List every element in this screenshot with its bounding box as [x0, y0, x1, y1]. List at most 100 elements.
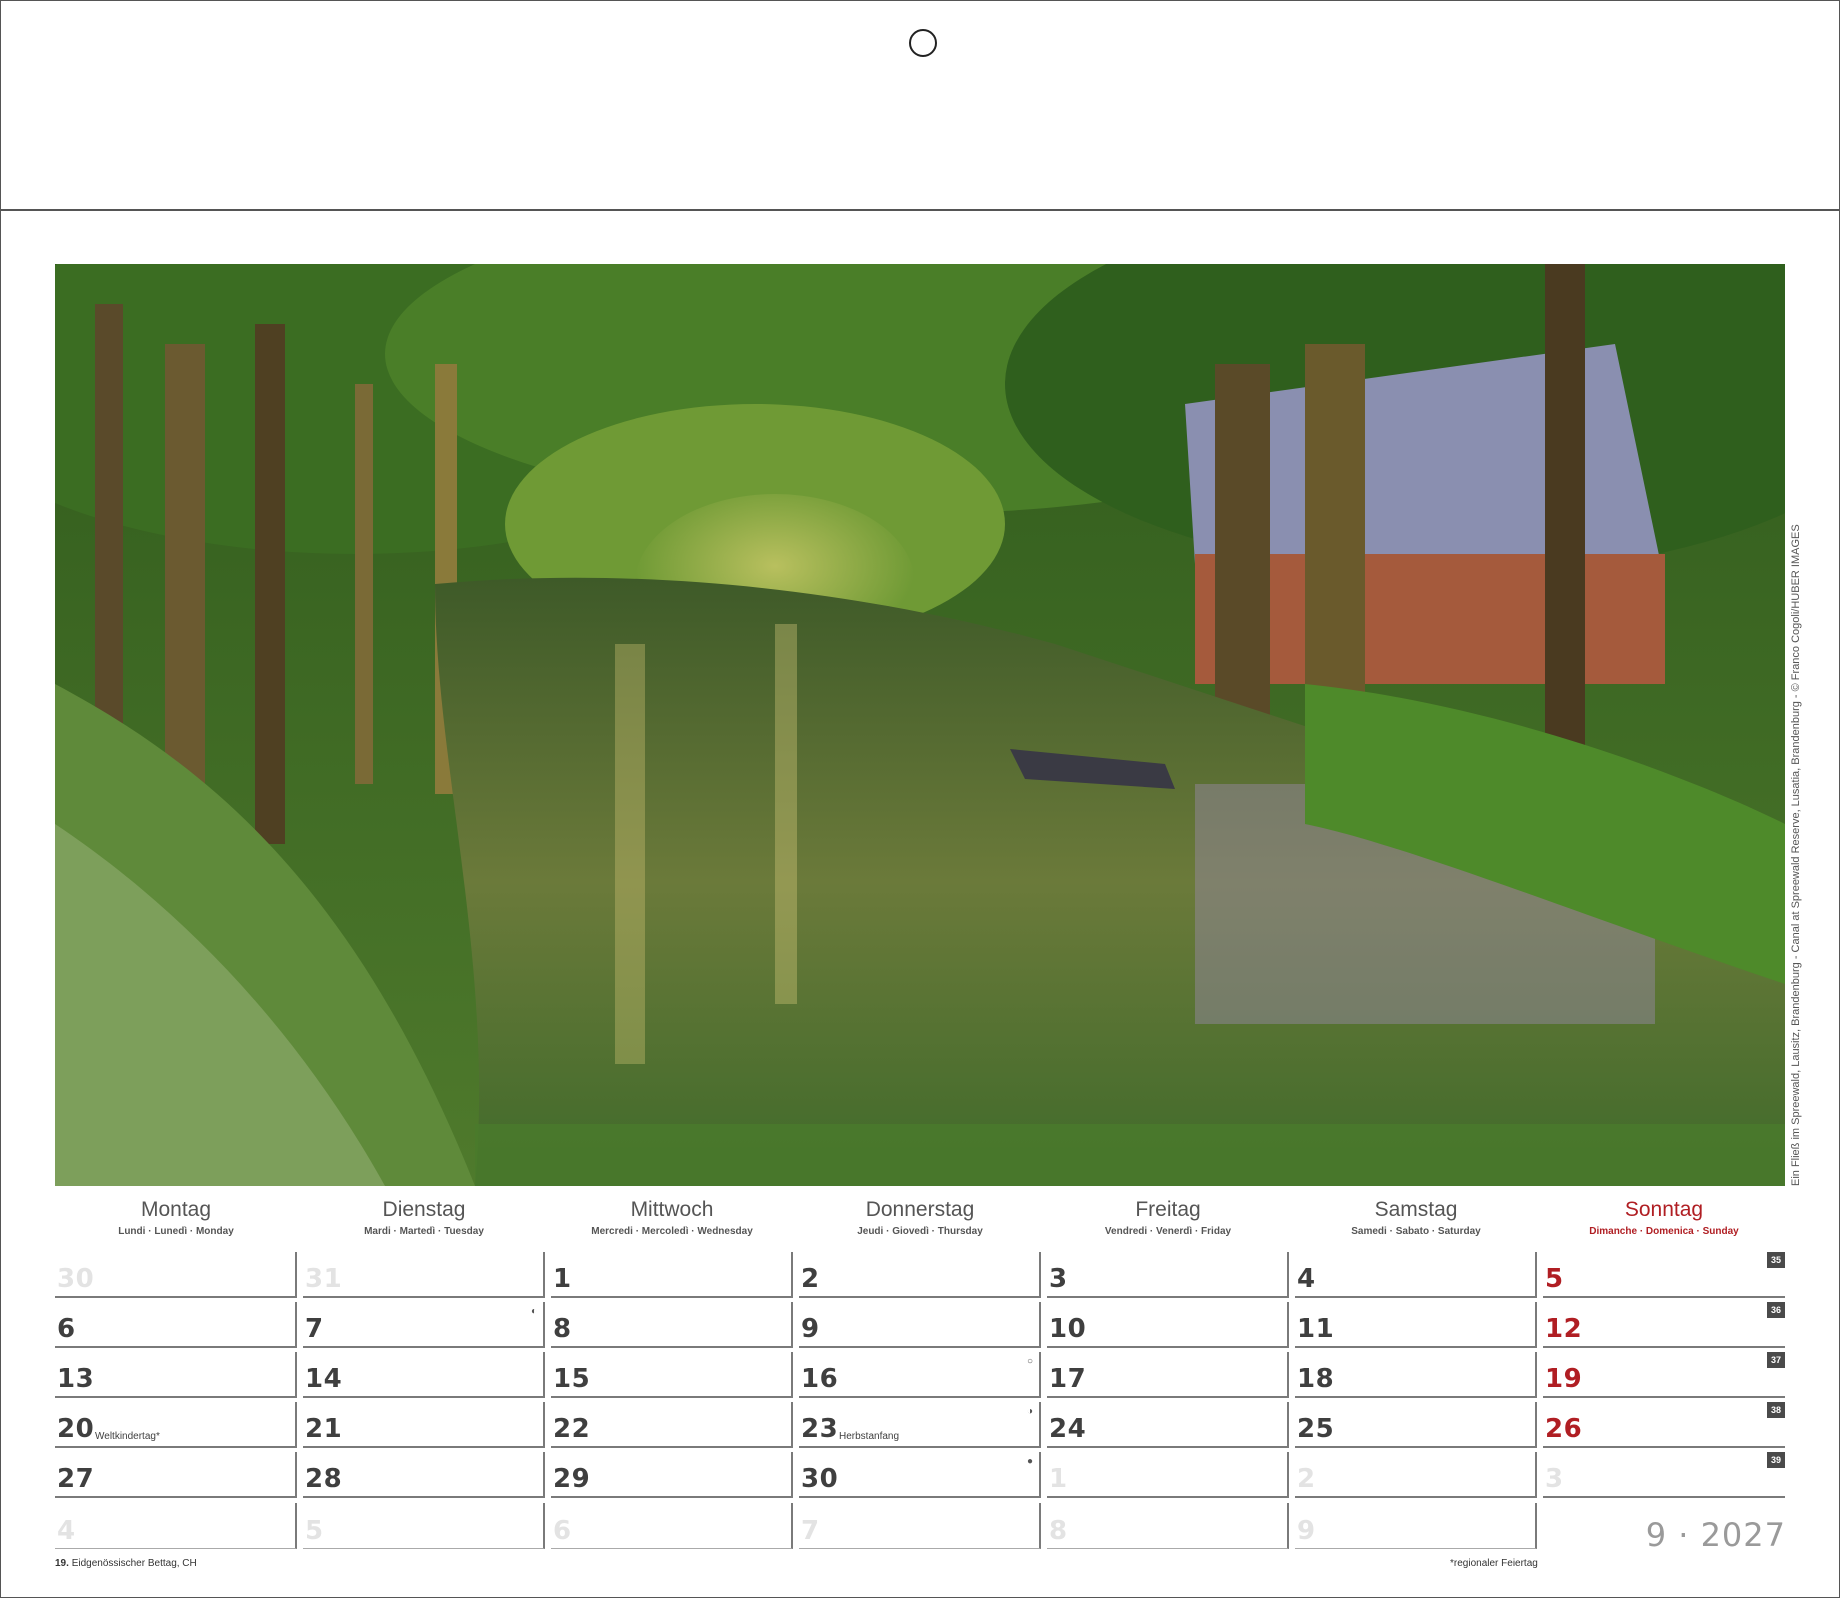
day-cell: 1 [1047, 1452, 1289, 1498]
day-cell: 7 [799, 1503, 1041, 1549]
weekday-translations: Dimanche · Domenica · Sunday [1589, 1226, 1739, 1237]
day-number: 13 [57, 1364, 95, 1394]
day-cell: 2 [799, 1252, 1041, 1298]
day-number: 24 [1049, 1414, 1087, 1444]
weekday-name: Mittwoch [630, 1198, 714, 1221]
day-cell: 18 [1295, 1352, 1537, 1398]
day-number: 4 [57, 1516, 76, 1546]
weekday-translations: Jeudi · Giovedì · Thursday [857, 1226, 983, 1237]
weekday-1: Montag Lundi · Lunedì · Monday [55, 1196, 297, 1237]
weekday-name: Montag [140, 1198, 212, 1221]
weekday-name: Sonntag [1624, 1198, 1704, 1221]
day-number: 31 [305, 1264, 343, 1294]
day-number: 17 [1049, 1364, 1087, 1394]
day-cell: 8 [551, 1302, 793, 1348]
day-cell: 10 [1047, 1302, 1289, 1348]
day-cell: 15 [551, 1352, 793, 1398]
day-number: 9 [1297, 1516, 1316, 1546]
day-cell: 25 [1295, 1402, 1537, 1448]
weekday-name: Samstag [1374, 1198, 1458, 1221]
day-number: 21 [305, 1414, 343, 1444]
day-number: 19 [1545, 1364, 1583, 1394]
day-number: 5 [1545, 1264, 1564, 1294]
day-number: 9 [801, 1314, 820, 1344]
day-number: 7 [305, 1314, 324, 1344]
moon-phase-icon: ◐ [530, 1306, 537, 1317]
day-number: 29 [553, 1464, 591, 1494]
day-number: 18 [1297, 1364, 1335, 1394]
day-number: 22 [553, 1414, 591, 1444]
day-cell: 31 [303, 1252, 545, 1298]
day-number: 6 [553, 1516, 572, 1546]
weekday-name: Dienstag [382, 1198, 466, 1221]
day-cell: 3 39 [1543, 1452, 1785, 1498]
weekday-name: Donnerstag [865, 1198, 975, 1221]
week-number-badge: 35 [1767, 1252, 1785, 1268]
day-cell: 4 [55, 1503, 297, 1549]
day-cell: 4 [1295, 1252, 1537, 1298]
day-cell: 27 [55, 1452, 297, 1498]
weekday-translations: Mercredi · Mercoledì · Wednesday [591, 1226, 753, 1237]
day-cell: 7 ◐ [303, 1302, 545, 1348]
weekday-translations: Vendredi · Venerdì · Friday [1104, 1226, 1232, 1237]
weekday-5: Freitag Vendredi · Venerdì · Friday [1047, 1196, 1289, 1237]
moon-phase-icon: ○ [1026, 1356, 1033, 1367]
weekday-2: Dienstag Mardi · Martedì · Tuesday [303, 1196, 545, 1237]
day-number: 7 [801, 1516, 820, 1546]
day-number: 1 [553, 1264, 572, 1294]
day-cell: 8 [1047, 1503, 1289, 1549]
day-number: 11 [1297, 1314, 1335, 1344]
day-cell: 9 [1295, 1503, 1537, 1549]
day-cell: 5 [303, 1503, 545, 1549]
day-cell: 29 [551, 1452, 793, 1498]
week-number-badge: 39 [1767, 1452, 1785, 1468]
day-cell: 3 [1047, 1252, 1289, 1298]
holiday-footnote-text: Eidgenössischer Bettag, CH [71, 1558, 197, 1569]
day-cell: 21 [303, 1402, 545, 1448]
day-number: 4 [1297, 1264, 1316, 1294]
moon-phase-icon: ◑ [1026, 1406, 1033, 1417]
holiday-footnote-day: 19. [55, 1558, 69, 1569]
weekday-7: Sonntag Dimanche · Domenica · Sunday [1543, 1196, 1785, 1237]
day-cell: 1 [551, 1252, 793, 1298]
day-number: 8 [1049, 1516, 1068, 1546]
day-number: 8 [553, 1314, 572, 1344]
week-number-badge: 36 [1767, 1302, 1785, 1318]
day-cell: 12 36 [1543, 1302, 1785, 1348]
day-cell: 13 [55, 1352, 297, 1398]
day-cell: 14 [303, 1352, 545, 1398]
day-cell: 5 35 [1543, 1252, 1785, 1298]
day-cell: 11 [1295, 1302, 1537, 1348]
weekday-name: Freitag [1135, 1198, 1201, 1221]
weekday-translations: Samedi · Sabato · Saturday [1351, 1226, 1481, 1237]
hanger-strip [0, 0, 1840, 211]
weekday-translations: Mardi · Martedì · Tuesday [364, 1226, 484, 1237]
weekday-translations: Lundi · Lunedì · Monday [118, 1226, 234, 1237]
day-cell: 16 ○ [799, 1352, 1041, 1398]
day-cell: 28 [303, 1452, 545, 1498]
day-cell: 9 [799, 1302, 1041, 1348]
day-number: 2 [801, 1264, 820, 1294]
day-number: 3 [1545, 1464, 1564, 1494]
day-cell: 30 ● [799, 1452, 1041, 1498]
day-number: 26 [1545, 1414, 1583, 1444]
day-number: 30 [57, 1264, 95, 1294]
weekday-3: Mittwoch Mercredi · Mercoledì · Wednesday [551, 1196, 793, 1237]
day-number: 23 [801, 1414, 839, 1444]
day-number: 12 [1545, 1314, 1583, 1344]
weekday-4: Donnerstag Jeudi · Giovedì · Thursday [799, 1196, 1041, 1237]
day-cell: 19 37 [1543, 1352, 1785, 1398]
day-number: 2 [1297, 1464, 1316, 1494]
landscape-photo [55, 264, 1785, 1186]
week-number-badge: 38 [1767, 1402, 1785, 1418]
day-number: 14 [305, 1364, 343, 1394]
day-note: Herbstanfang [839, 1431, 900, 1442]
holiday-footnote: 19. Eidgenössischer Bettag, CH [55, 1558, 197, 1569]
day-cell: 26 38 [1543, 1402, 1785, 1448]
day-cell: 6 [55, 1302, 297, 1348]
day-number: 25 [1297, 1414, 1335, 1444]
day-number: 15 [553, 1364, 591, 1394]
moon-phase-icon: ● [1026, 1456, 1033, 1467]
day-cell: 6 [551, 1503, 793, 1549]
month-year-label: 9 · 2027 [1645, 1516, 1786, 1554]
